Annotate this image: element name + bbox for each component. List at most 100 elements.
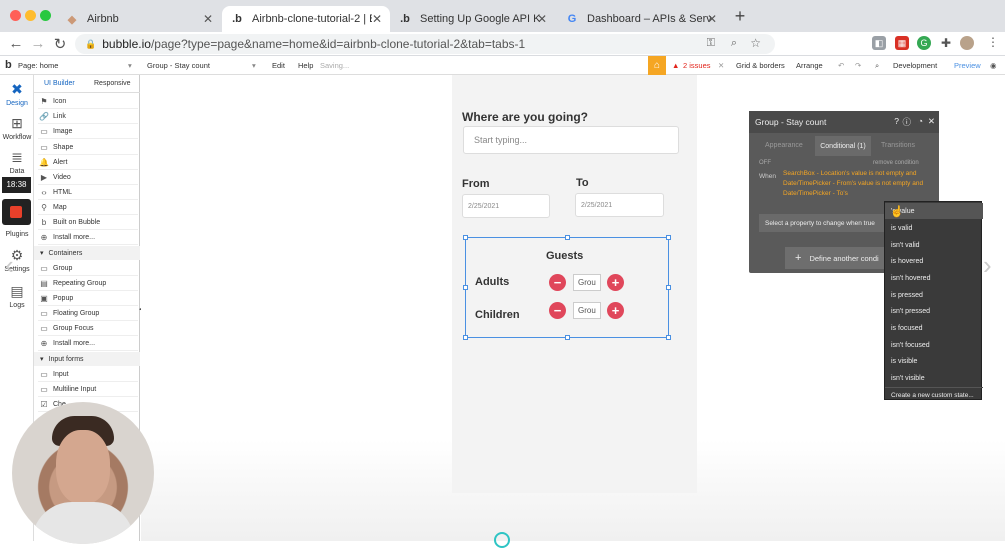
profile-avatar[interactable] — [960, 36, 974, 50]
info-icon[interactable]: ⓘ — [902, 116, 911, 128]
resize-handle[interactable] — [463, 335, 468, 340]
palette-item-shape[interactable]: ▭ Shape — [38, 140, 138, 155]
element-selector[interactable]: Group - Stay count — [147, 61, 210, 70]
palette-item-repeating-group[interactable]: ▤ Repeating Group — [38, 276, 138, 291]
children-plus-button[interactable]: + — [607, 302, 624, 319]
from-date-picker[interactable]: 2/25/2021 — [462, 194, 550, 218]
dropdown-option[interactable]: is pressed — [885, 287, 983, 303]
undo-icon[interactable]: ↶ — [838, 61, 844, 70]
remove-condition-link[interactable]: remove condition — [873, 160, 919, 166]
close-tab-icon[interactable]: ✕ — [203, 12, 213, 26]
key-icon[interactable]: ⚿ — [707, 37, 715, 50]
resize-handle[interactable] — [666, 285, 671, 290]
extension-red-icon[interactable]: ▦ — [895, 36, 909, 50]
dropdown-option[interactable]: isn't pressed — [885, 303, 983, 319]
page-selector[interactable]: Page: home — [18, 61, 58, 70]
palette-item-group[interactable]: ▭ Group — [38, 261, 138, 276]
tab-appearance[interactable]: Appearance — [765, 142, 803, 149]
to-date-picker[interactable]: 2/25/2021 — [575, 193, 664, 217]
zoom-icon[interactable]: ⌕ — [731, 37, 737, 50]
edit-menu[interactable]: Edit — [272, 61, 285, 70]
location-searchbox[interactable]: Start typing... — [463, 126, 679, 154]
browser-tab-bubble-editor[interactable]: .b Airbnb-clone-tutorial-2 | Bubb ✕ — [222, 6, 390, 32]
palette-item-video[interactable]: ▶ Video — [38, 170, 138, 185]
adults-plus-button[interactable]: + — [607, 274, 624, 291]
resize-handle[interactable] — [565, 335, 570, 340]
palette-item-map[interactable]: ⚲ Map — [38, 200, 138, 215]
children-count-input[interactable]: Grou — [573, 302, 601, 319]
palette-item-alert[interactable]: 🔔 Alert — [38, 155, 138, 170]
resize-handle[interactable] — [463, 235, 468, 240]
preview-button[interactable]: Preview — [954, 61, 981, 70]
palette-item-link[interactable]: 🔗 Link — [38, 109, 138, 124]
browser-tab-dashboard[interactable]: G Dashboard – APIs & Services – ✕ — [557, 6, 725, 32]
dropdown-option[interactable]: is visible — [885, 353, 983, 369]
minimize-window-button[interactable] — [25, 10, 36, 21]
comment-icon[interactable]: ◔ — [918, 116, 923, 126]
tab-conditional[interactable]: Conditional (1) — [815, 136, 871, 156]
rail-design[interactable]: ✖ Design — [0, 81, 34, 107]
section-input-forms[interactable]: ▾ Input forms — [34, 352, 140, 366]
forward-icon[interactable]: → — [30, 35, 46, 52]
back-icon[interactable]: ← — [8, 35, 24, 52]
resize-handle[interactable] — [666, 335, 671, 340]
dropdown-option[interactable]: isn't focused — [885, 337, 983, 353]
dropdown-option[interactable]: isn't visible — [885, 370, 983, 386]
grammarly-icon[interactable]: G — [917, 36, 931, 50]
palette-item-html[interactable]: ‹› HTML — [38, 185, 138, 200]
palette-item-built-on-bubble[interactable]: b Built on Bubble — [38, 215, 138, 230]
rail-logs[interactable]: ▤ Logs — [0, 283, 34, 309]
help-menu[interactable]: Help — [298, 61, 313, 70]
resize-handle[interactable] — [666, 235, 671, 240]
palette-item-icon[interactable]: ⚑ Icon — [38, 94, 138, 109]
rail-workflow[interactable]: ⊞ Workflow — [0, 115, 34, 141]
close-icon[interactable]: ✕ — [928, 116, 935, 127]
dropdown-option[interactable]: is focused — [885, 320, 983, 336]
palette-item-multiline-input[interactable]: ▭ Multiline Input — [38, 382, 138, 397]
group-stay-count[interactable]: Guests Adults Children − Grou + − Grou + — [463, 235, 671, 340]
close-window-button[interactable] — [10, 10, 21, 21]
dropdown-option[interactable]: is valid — [885, 220, 983, 236]
close-tab-icon[interactable]: ✕ — [372, 12, 382, 26]
tab-ui-builder[interactable]: UI Builder — [44, 80, 75, 87]
browser-tab-google-api-keys[interactable]: .b Setting Up Google API Keys - ✕ — [390, 6, 555, 32]
help-icon[interactable]: ? — [894, 116, 899, 126]
adults-count-input[interactable]: Grou — [573, 274, 601, 291]
create-custom-state-option[interactable]: Create a new custom state... — [885, 387, 983, 403]
palette-item-install-more[interactable]: ⊕ Install more... — [38, 336, 138, 351]
gift-icon[interactable]: ⌂ — [648, 56, 666, 75]
children-minus-button[interactable]: − — [549, 302, 566, 319]
close-tab-icon[interactable]: ✕ — [707, 12, 717, 26]
bubble-logo-icon[interactable]: b — [5, 59, 12, 71]
section-containers[interactable]: ▾ Containers — [34, 246, 140, 260]
palette-item-input[interactable]: ▭ Input — [38, 367, 138, 382]
palette-item-floating-group[interactable]: ▭ Floating Group — [38, 306, 138, 321]
dropdown-option[interactable]: is hovered — [885, 253, 983, 269]
extension-icon[interactable]: ◧ — [872, 36, 886, 50]
arrange-menu[interactable]: Arrange — [796, 61, 823, 70]
chevron-right-icon[interactable]: › — [983, 250, 992, 281]
chevron-left-icon[interactable]: ‹ — [5, 250, 14, 281]
resize-handle[interactable] — [565, 235, 570, 240]
search-icon[interactable]: ⌕ — [875, 61, 879, 71]
adults-minus-button[interactable]: − — [549, 274, 566, 291]
user-icon[interactable]: ◉ — [990, 61, 997, 70]
close-tab-icon[interactable]: ✕ — [537, 12, 547, 26]
browser-tab-airbnb[interactable]: ◆ Airbnb ✕ — [57, 6, 221, 32]
maximize-window-button[interactable] — [40, 10, 51, 21]
issues-link[interactable]: 2 issues — [683, 61, 711, 70]
page-preview[interactable]: Where are you going? Start typing... Fro… — [452, 75, 697, 493]
palette-item-popup[interactable]: ▣ Popup — [38, 291, 138, 306]
condition-expression[interactable]: SearchBox - Location's value is not empt… — [783, 169, 927, 203]
address-bar[interactable]: 🔒 bubble.io/page?type=page&name=home&id=… — [75, 34, 775, 54]
redo-icon[interactable]: ↷ — [855, 61, 861, 70]
new-tab-button[interactable]: + — [730, 6, 750, 27]
dropdown-option[interactable]: isn't valid — [885, 237, 983, 253]
menu-dots-icon[interactable]: ⋮ — [985, 35, 1001, 49]
palette-item-image[interactable]: ▭ Image — [38, 124, 138, 139]
development-selector[interactable]: Development — [893, 61, 937, 70]
palette-item-install-more[interactable]: ⊕ Install more... — [38, 230, 138, 245]
tab-responsive[interactable]: Responsive — [94, 80, 131, 87]
condition-toggle[interactable]: OFF — [759, 160, 771, 166]
palette-item-group-focus[interactable]: ▭ Group Focus — [38, 321, 138, 336]
